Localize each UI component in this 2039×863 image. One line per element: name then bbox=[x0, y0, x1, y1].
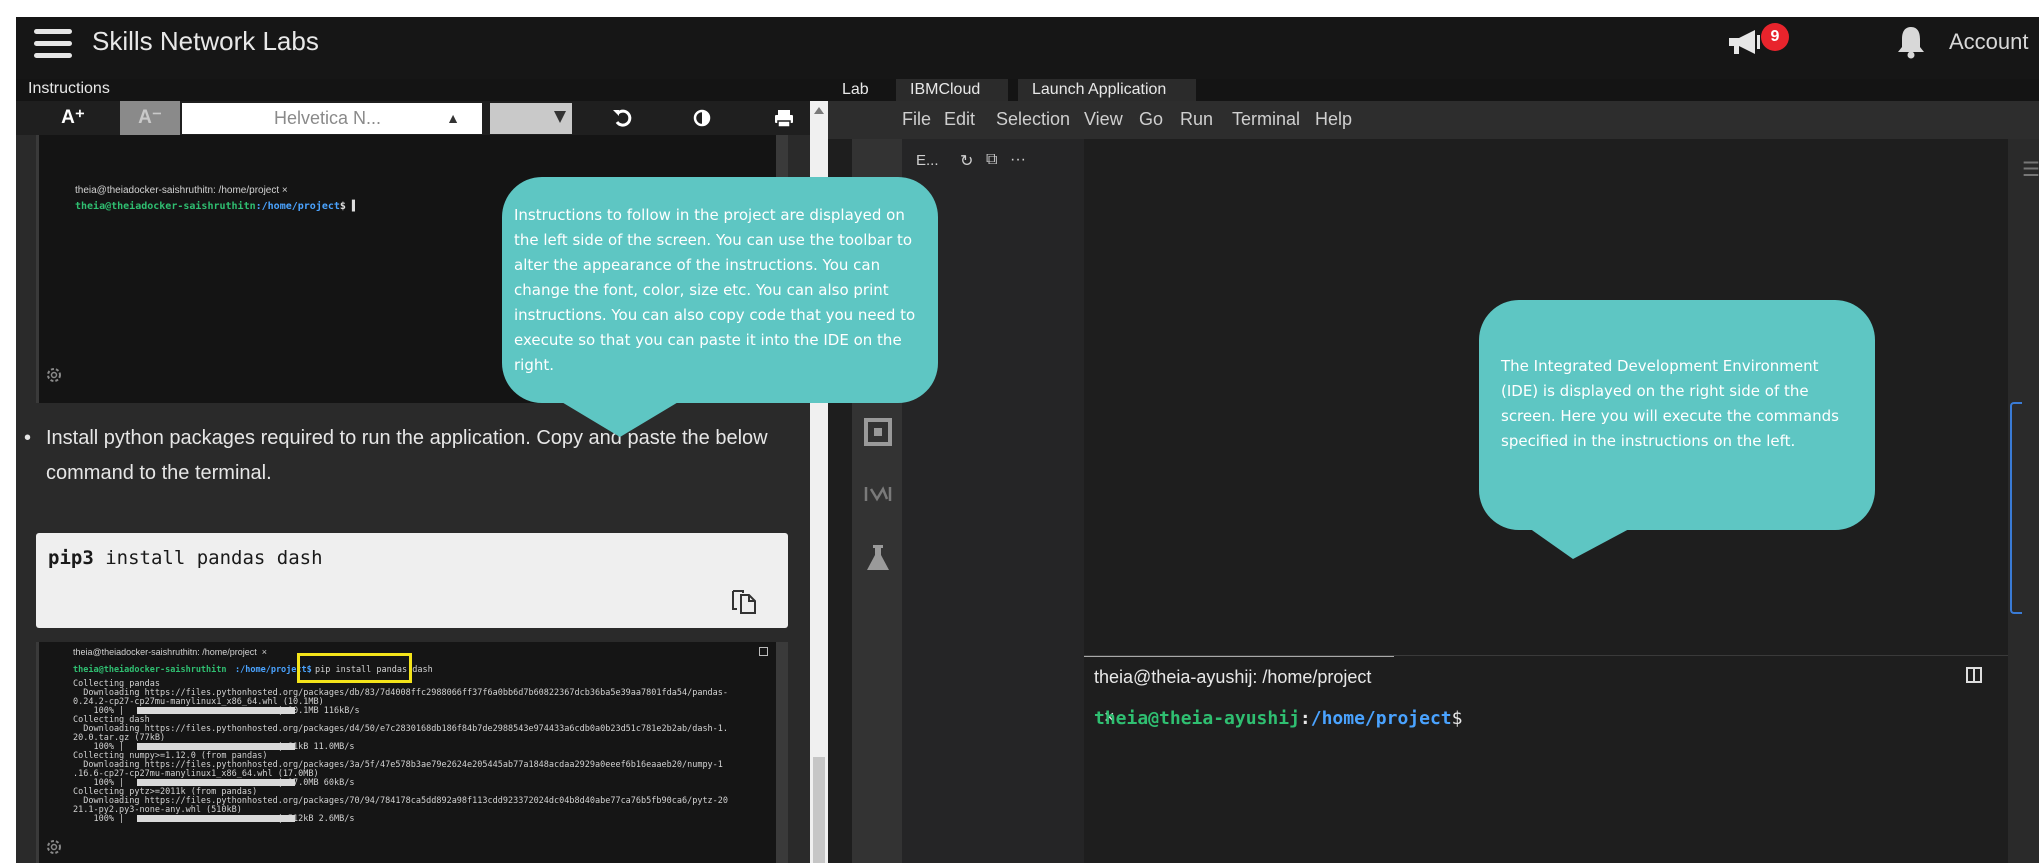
app-frame: Skills Network Labs 9 Account Instructio… bbox=[16, 17, 2039, 863]
font-select-value: Helvetica N... bbox=[274, 108, 382, 128]
undo-icon[interactable] bbox=[604, 101, 644, 135]
print-icon[interactable] bbox=[764, 101, 804, 135]
sidebar-edge-indicator bbox=[2010, 402, 2022, 614]
code-text[interactable]: pip3 install pandas dash bbox=[48, 547, 323, 569]
gear-icon[interactable] bbox=[44, 837, 64, 857]
refresh-icon[interactable]: ↻ bbox=[960, 151, 973, 171]
chevron-down-icon bbox=[554, 111, 566, 123]
top-bar: Skills Network Labs 9 Account bbox=[16, 17, 2039, 79]
flask-icon[interactable] bbox=[863, 543, 893, 573]
screenshot-prompt: theia@theiadocker-saishruthitn:/home/pro… bbox=[75, 201, 358, 212]
decrease-font-button[interactable]: A⁻ bbox=[120, 101, 180, 135]
account-menu[interactable]: Account bbox=[1949, 29, 2029, 55]
callout-tail bbox=[560, 401, 680, 437]
instructions-callout-text: Instructions to follow in the project ar… bbox=[514, 206, 916, 374]
highlight-box bbox=[297, 653, 412, 683]
ide-callout: The Integrated Development Environment (… bbox=[1479, 300, 1875, 530]
ide-menu-bar: File Edit Selection View Go Run Terminal… bbox=[828, 101, 2039, 139]
instructions-callout: Instructions to follow in the project ar… bbox=[502, 177, 938, 403]
menu-terminal[interactable]: Terminal bbox=[1232, 109, 1300, 130]
instructions-tab-bar: Instructions bbox=[16, 79, 828, 101]
menu-go[interactable]: Go bbox=[1139, 109, 1163, 130]
menu-view[interactable]: View bbox=[1084, 109, 1123, 130]
menu-help[interactable]: Help bbox=[1315, 109, 1352, 130]
callout-tail bbox=[1529, 528, 1631, 559]
instructions-toolbar: A⁺ A⁻ Helvetica N... ▲ bbox=[16, 101, 816, 135]
collapse-all-icon[interactable]: ⧉ bbox=[986, 151, 997, 169]
bullet-dot: • bbox=[24, 427, 32, 449]
explorer-title[interactable]: E... bbox=[916, 152, 939, 169]
terminal-tab[interactable]: theia@theia-ayushij: /home/project × bbox=[1084, 656, 1394, 727]
ide-tab-bar: Lab IBMCloud Launch Application bbox=[828, 79, 2039, 101]
code-block[interactable]: pip3 install pandas dash bbox=[36, 533, 788, 628]
split-terminal-icon[interactable] bbox=[1966, 667, 1982, 683]
menu-run[interactable]: Run bbox=[1180, 109, 1213, 130]
tab-lab[interactable]: Lab bbox=[828, 79, 883, 101]
increase-font-button[interactable]: A⁺ bbox=[46, 101, 100, 135]
gear-icon[interactable] bbox=[44, 365, 64, 385]
skills-network-icon[interactable] bbox=[863, 479, 893, 509]
menu-file[interactable]: File bbox=[902, 109, 931, 130]
menu-selection[interactable]: Selection bbox=[996, 109, 1070, 130]
terminal-panel[interactable]: theia@theia-ayushij: /home/project × the… bbox=[1084, 655, 2008, 863]
hamburger-menu-icon[interactable] bbox=[34, 29, 72, 61]
scroll-up-arrow-icon[interactable] bbox=[814, 107, 824, 114]
screenshot-tab-title: theia@theiadocker-saishruthitn: /home/pr… bbox=[73, 647, 267, 657]
megaphone-icon[interactable] bbox=[1727, 27, 1761, 57]
select-arrows-icon: ▲ bbox=[446, 110, 460, 126]
tab-instructions[interactable]: Instructions bbox=[28, 80, 110, 98]
outline-icon[interactable]: ☰ bbox=[2022, 157, 2039, 182]
color-select[interactable] bbox=[490, 103, 572, 134]
progress-bar bbox=[137, 707, 295, 714]
copy-icon[interactable] bbox=[729, 585, 759, 615]
terminal-tab-title: theia@theia-ayushij: /home/project bbox=[1094, 667, 1372, 687]
tab-launch-application[interactable]: Launch Application bbox=[1018, 79, 1196, 101]
screenshot-tab-title: theia@theiadocker-saishruthitn: /home/pr… bbox=[75, 185, 288, 196]
screenshot-prompt-user: theia@theiadocker-saishruthitn bbox=[73, 665, 227, 675]
notification-count-badge[interactable]: 9 bbox=[1761, 23, 1789, 51]
terminal-prompt: theia@theia-ayushij:/home/project$ bbox=[1094, 708, 1463, 729]
contrast-icon[interactable] bbox=[682, 101, 722, 135]
output-line: Downloading https://files.pythonhosted.o… bbox=[73, 724, 729, 734]
extensions-icon[interactable] bbox=[863, 417, 893, 447]
progress-bar bbox=[137, 779, 295, 786]
brand-title: Skills Network Labs bbox=[92, 26, 319, 56]
progress-bar bbox=[137, 815, 295, 822]
pip-install-screenshot: theia@theiadocker-saishruthitn: /home/pr… bbox=[36, 642, 788, 863]
scroll-thumb[interactable] bbox=[813, 757, 825, 863]
font-select[interactable]: Helvetica N... ▲ bbox=[182, 103, 482, 134]
ide-callout-text: The Integrated Development Environment (… bbox=[1501, 357, 1839, 450]
right-sidebar: ☰ bbox=[2008, 139, 2039, 863]
bell-icon[interactable] bbox=[1896, 25, 1926, 59]
progress-bar bbox=[137, 743, 295, 750]
menu-edit[interactable]: Edit bbox=[944, 109, 975, 130]
tab-ibmcloud[interactable]: IBMCloud bbox=[896, 79, 1008, 101]
split-panel-icon bbox=[759, 647, 768, 656]
more-options-icon[interactable]: ··· bbox=[1010, 151, 1026, 169]
